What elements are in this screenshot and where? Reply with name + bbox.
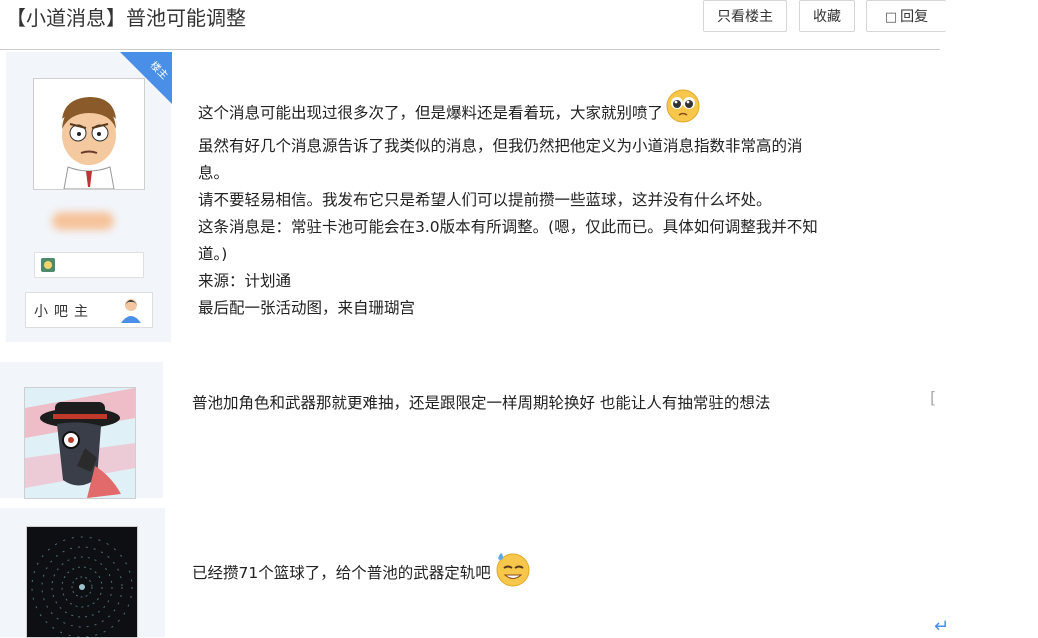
reply-label: 回复 [900, 9, 929, 25]
post-line: 请不要轻易相信。我发布它只是希望人们可以提前攒一些蓝球，这并没有什么坏处。 [198, 191, 772, 209]
favorite-button[interactable]: 收藏 [799, 0, 855, 32]
return-arrow-icon: ↵ [934, 616, 950, 637]
badge-icon [41, 258, 55, 272]
username-blurred [52, 212, 114, 230]
rank-label: 小吧主 [34, 304, 94, 320]
post-line: 这个消息可能出现过很多次了，但是爆料还是看着玩，大家就别喷了 [198, 88, 918, 133]
post-line: 这条消息是：常驻卡池可能会在3.0版本有所调整。(嗯，仅此而已。具体如何调整我并… [198, 218, 818, 236]
sweat-smile-face-icon [493, 548, 533, 592]
thread-title: 【小道消息】普池可能调整 [6, 6, 246, 30]
post-line: 来源：计划通 [198, 272, 292, 290]
rank-badge: 小吧主 [25, 292, 153, 328]
post-line: 息。 [198, 164, 230, 182]
post-line: 最后配一张活动图，来自珊瑚宫 [198, 299, 416, 317]
post-line: 道。) [198, 245, 228, 263]
only-op-button[interactable]: 只看楼主 [703, 0, 787, 32]
reply-avatar[interactable] [26, 526, 138, 638]
reply-button[interactable]: □ 回复 [866, 0, 946, 32]
member-badge [34, 252, 144, 278]
header-divider [0, 49, 940, 50]
pleading-face-icon [665, 88, 701, 133]
reply-content: 普池加角色和武器那就更难抽，还是跟限定一样周期轮换好 也能让人有抽常驻的想法 [192, 394, 771, 412]
reply-avatar[interactable] [24, 387, 136, 499]
side-marker: [ [930, 388, 937, 407]
user-icon [116, 295, 146, 329]
reply-content: 已经攒71个篮球了，给个普池的武器定轨吧 [192, 548, 533, 592]
comment-icon: □ [884, 10, 898, 25]
author-avatar[interactable] [33, 78, 145, 190]
post-line: 虽然有好几个消息源告诉了我类似的消息，但我仍然把他定义为小道消息指数非常高的消 [198, 137, 803, 155]
post-content: 这个消息可能出现过很多次了，但是爆料还是看着玩，大家就别喷了 虽然有好几个消息源… [198, 88, 918, 322]
